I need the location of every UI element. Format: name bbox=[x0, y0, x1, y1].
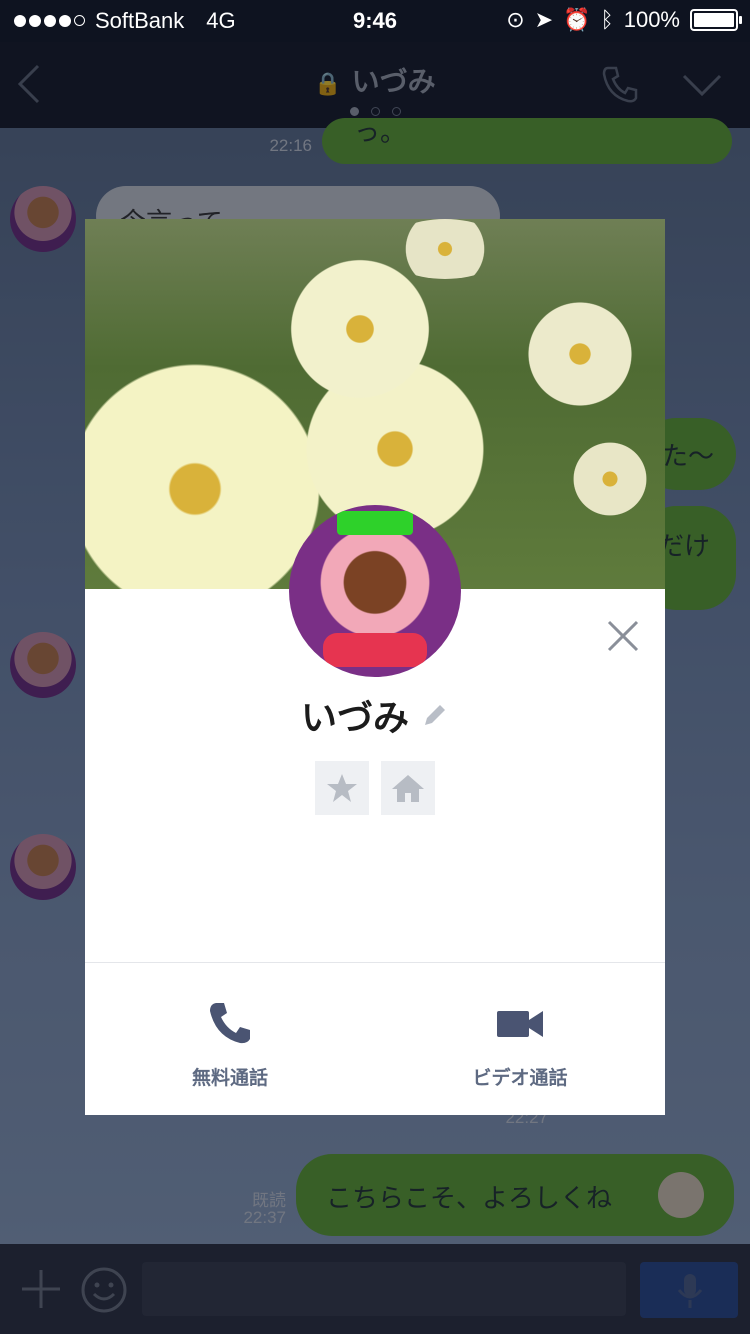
video-call-label: ビデオ通話 bbox=[472, 1067, 568, 1089]
video-camera-icon bbox=[497, 1011, 543, 1037]
bluetooth-icon: ᛒ bbox=[600, 7, 614, 32]
favorite-button[interactable] bbox=[315, 761, 369, 815]
home-icon bbox=[392, 775, 424, 802]
happy-text-graphic bbox=[323, 633, 427, 667]
battery-percent: 100% bbox=[623, 7, 680, 32]
video-call-button[interactable]: ビデオ通話 bbox=[375, 999, 665, 1090]
rotation-lock-icon: ⊙ bbox=[506, 7, 525, 32]
battery-icon bbox=[690, 9, 742, 31]
home-button[interactable] bbox=[381, 761, 435, 815]
free-call-label: 無料通話 bbox=[191, 1067, 268, 1089]
free-call-button[interactable]: 無料通話 bbox=[85, 999, 375, 1090]
alarm-icon: ⏰ bbox=[563, 7, 591, 32]
profile-name: いづみ bbox=[300, 698, 409, 739]
crown-icon bbox=[337, 511, 413, 535]
phone-icon bbox=[210, 1003, 250, 1044]
edit-pencil-icon[interactable] bbox=[421, 701, 449, 729]
location-arrow-icon: ➤ bbox=[534, 7, 554, 32]
close-icon[interactable] bbox=[606, 619, 640, 653]
divider bbox=[85, 962, 665, 963]
status-bar: SoftBank 4G 9:46 ⊙ ➤ ⏰ ᛒ 100% bbox=[0, 0, 750, 42]
star-icon bbox=[327, 774, 357, 802]
profile-avatar[interactable] bbox=[289, 505, 461, 677]
profile-popup: いづみ 無料通話 ビデオ通話 bbox=[85, 219, 665, 1115]
